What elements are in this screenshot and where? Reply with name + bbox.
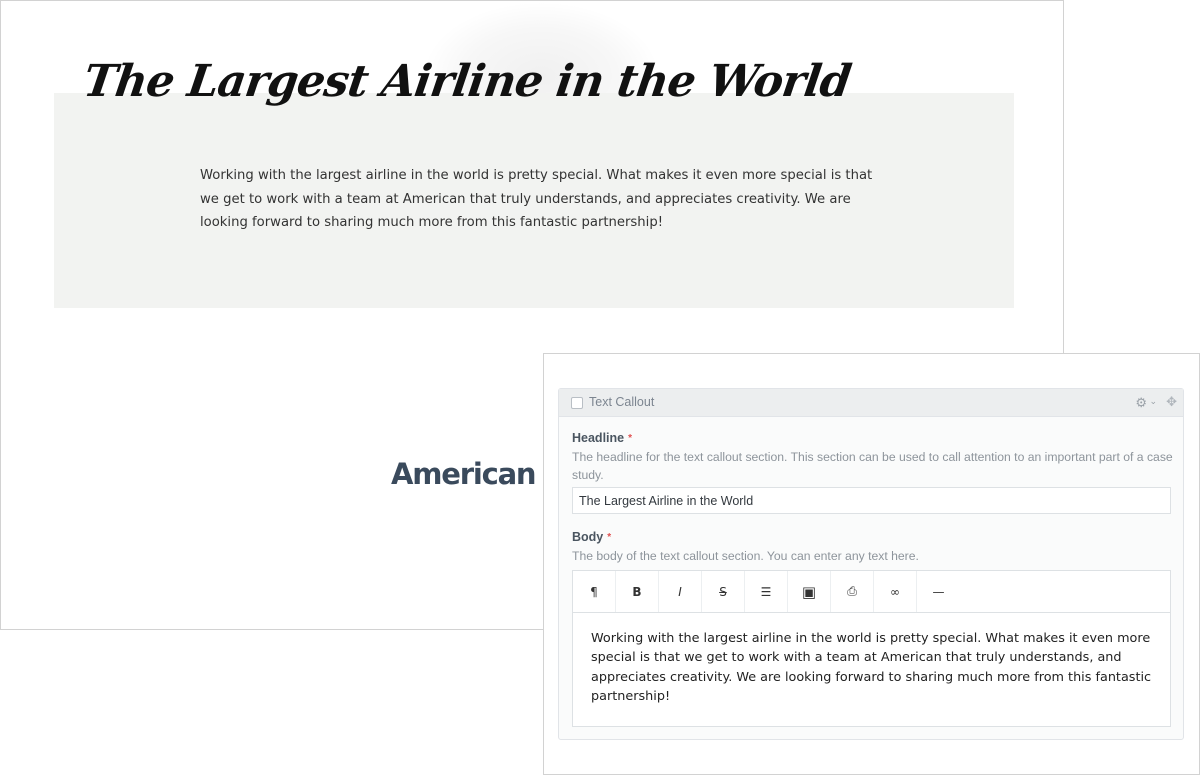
paragraph-icon[interactable]: ¶ <box>573 571 616 612</box>
headline-label: Headline * <box>572 431 632 445</box>
body-rich-text-editor[interactable]: ¶ B I S̶ ☰ ▣ ⎙ ∞ — Working with the larg… <box>572 570 1171 727</box>
link-icon[interactable]: ∞ <box>874 571 917 612</box>
strikethrough-icon[interactable]: S̶ <box>702 571 745 612</box>
move-icon[interactable]: ✥ <box>1166 394 1177 410</box>
italic-icon[interactable]: I <box>659 571 702 612</box>
image-icon[interactable]: ▣ <box>788 571 831 612</box>
text-callout-module: Text Callout ⚙ ⌄ ✥ Headline * The headlin… <box>558 388 1184 740</box>
chevron-down-icon[interactable]: ⌄ <box>1149 396 1157 407</box>
list-icon[interactable]: ☰ <box>745 571 788 612</box>
required-indicator: * <box>628 433 633 444</box>
gear-icon[interactable]: ⚙ <box>1135 395 1147 411</box>
headline-help-text: The headline for the text callout sectio… <box>572 450 1173 482</box>
body-label-text: Body <box>572 530 604 544</box>
horizontal-rule-icon[interactable]: — <box>917 571 960 612</box>
cms-editor-panel: Text Callout ⚙ ⌄ ✥ Headline * The headlin… <box>543 353 1200 775</box>
callout-body: Working with the largest airline in the … <box>200 168 873 230</box>
rte-toolbar: ¶ B I S̶ ☰ ▣ ⎙ ∞ — <box>573 571 1170 613</box>
module-select-checkbox[interactable] <box>571 397 583 409</box>
embed-icon[interactable]: ⎙ <box>831 571 874 612</box>
headline-input[interactable] <box>572 487 1171 514</box>
callout-headline: The Largest Airline in the World <box>80 56 854 107</box>
body-editor-content[interactable]: Working with the largest airline in the … <box>573 613 1170 706</box>
module-header: Text Callout ⚙ ⌄ ✥ <box>559 389 1183 417</box>
body-help-text: The body of the text callout section. Yo… <box>572 549 919 563</box>
bold-icon[interactable]: B <box>616 571 659 612</box>
headline-label-text: Headline <box>572 431 625 445</box>
required-indicator: * <box>607 532 612 543</box>
module-title: Text Callout <box>589 395 655 409</box>
body-label: Body * <box>572 530 611 544</box>
